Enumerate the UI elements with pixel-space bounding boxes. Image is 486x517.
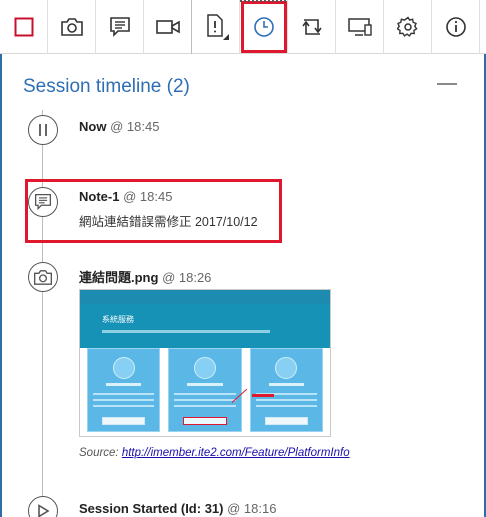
camera-icon[interactable] [28, 262, 58, 292]
note-icon[interactable] [28, 187, 58, 217]
add-note-button[interactable] [96, 0, 144, 54]
pause-icon[interactable] [28, 115, 58, 145]
timeline-entry-session-start: Session Started (Id: 31) @ 18:16 [79, 501, 276, 516]
info-button[interactable] [432, 0, 480, 54]
video-button[interactable] [144, 0, 192, 54]
timeline-entry-now: Now @ 18:45 [79, 119, 159, 134]
stop-recording-button[interactable] [0, 0, 48, 54]
swap-icon [300, 16, 324, 38]
screenshot-source: Source: http://imember.ite2.com/Feature/… [79, 447, 350, 459]
screenshot-button[interactable] [48, 0, 96, 54]
thumbnail-hero: 系統服務 [80, 304, 330, 348]
issue-document-icon [201, 12, 231, 42]
cart-icon [112, 357, 135, 379]
source-link[interactable]: http://imember.ite2.com/Feature/Platform… [122, 447, 350, 459]
camera-icon [60, 17, 84, 37]
issue-button[interactable] [192, 0, 240, 54]
thumbnail-hero-title: 系統服務 [102, 315, 134, 324]
entry-title: Session Started (Id: 31) [79, 501, 224, 516]
timeline-entry-screenshot[interactable]: 連結問題.png @ 18:26 [79, 267, 211, 286]
entry-time: @ 18:45 [110, 119, 160, 134]
thumbnail-card [168, 348, 242, 432]
note-icon [109, 16, 131, 38]
info-icon [445, 16, 467, 38]
entry-time: @ 18:16 [227, 501, 277, 516]
play-icon[interactable] [28, 496, 58, 517]
entry-title: Note-1 [79, 189, 120, 204]
switch-button[interactable] [288, 0, 336, 54]
thumbnail-card [87, 348, 161, 432]
screenshot-thumbnail[interactable]: 系統服務 [79, 289, 331, 437]
entry-title: 連結問題.png [79, 270, 159, 285]
collapse-button[interactable] [437, 83, 457, 85]
stop-square-icon [14, 17, 34, 37]
window-left-border [0, 54, 2, 517]
settings-button[interactable] [384, 0, 432, 54]
note-text: 網站連結錯誤需修正 2017/10/12 [79, 215, 258, 229]
video-camera-icon [155, 18, 181, 36]
copy-icon [275, 357, 298, 379]
session-window: Session timeline (2) Now @ 18:45 Note-1 … [0, 0, 486, 517]
devices-icon [347, 17, 373, 37]
thumbnail-cards [87, 348, 323, 432]
annotation-mark [252, 394, 274, 397]
timeline-button[interactable] [240, 0, 288, 54]
mail-icon [193, 357, 216, 379]
entry-time: @ 18:26 [162, 270, 212, 285]
thumbnail-card [249, 348, 323, 432]
thumbnail-hero-subtitle [102, 330, 270, 333]
timeline-line [42, 110, 43, 517]
device-button[interactable] [336, 0, 384, 54]
page-title: Session timeline (2) [23, 76, 190, 97]
clock-icon [253, 16, 275, 38]
entry-title: Now [79, 119, 107, 134]
timeline-entry-note[interactable]: Note-1 @ 18:45 [79, 189, 172, 204]
toolbar [0, 0, 486, 54]
thumbnail-nav [80, 290, 330, 304]
source-label: Source: [79, 447, 119, 459]
gear-icon [396, 16, 419, 38]
entry-time: @ 18:45 [123, 189, 173, 204]
